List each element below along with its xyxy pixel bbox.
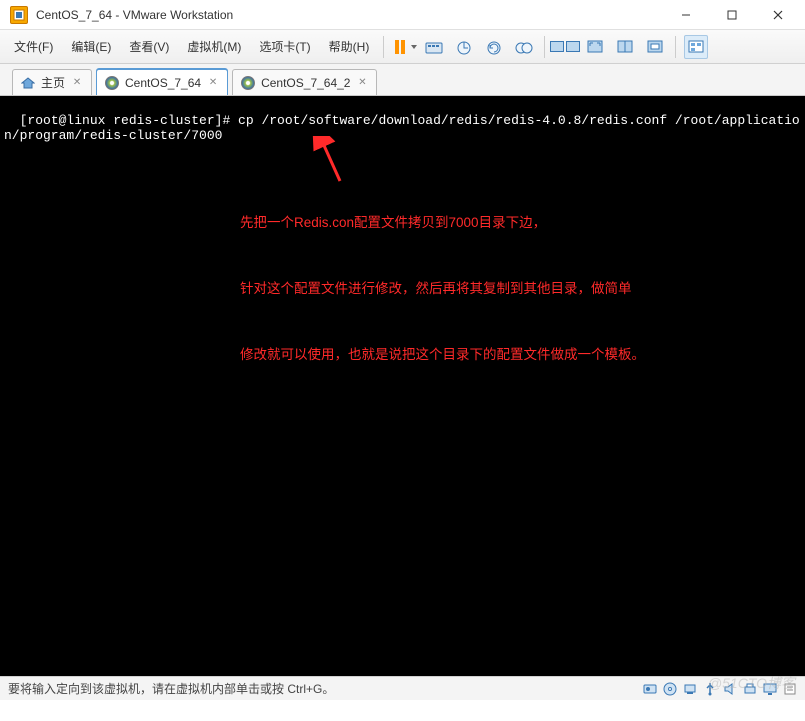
snapshot-manager-button[interactable]	[512, 35, 536, 59]
multiple-monitors-button[interactable]	[553, 35, 577, 59]
maximize-button[interactable]	[709, 0, 755, 30]
annotation-line: 针对这个配置文件进行修改，然后再将其复制到其他目录，做简单	[240, 278, 645, 300]
close-button[interactable]	[755, 0, 801, 30]
tab-close-button[interactable]: ✕	[356, 77, 368, 89]
tab-bar: 主页 ✕ CentOS_7_64 ✕ CentOS_7_64_2 ✕	[0, 64, 805, 96]
snapshot-button[interactable]	[452, 35, 476, 59]
menu-file[interactable]: 文件(F)	[6, 34, 61, 59]
window-title: CentOS_7_64 - VMware Workstation	[34, 8, 233, 22]
revert-snapshot-button[interactable]	[482, 35, 506, 59]
annotation-line: 修改就可以使用，也就是说把这个目录下的配置文件做成一个模板。	[240, 344, 645, 366]
send-ctrl-alt-del-button[interactable]	[422, 35, 446, 59]
display-icon[interactable]	[763, 682, 777, 696]
menu-view[interactable]: 查看(V)	[121, 34, 177, 59]
network-adapter-icon[interactable]	[683, 682, 697, 696]
window-titlebar: CentOS_7_64 - VMware Workstation	[0, 0, 805, 30]
vmware-app-icon	[10, 6, 28, 24]
annotation-line: 先把一个Redis.con配置文件拷贝到7000目录下边，	[240, 212, 645, 234]
tab-centos-2[interactable]: CentOS_7_64_2 ✕	[232, 69, 377, 95]
chevron-down-icon	[411, 45, 417, 49]
toolbar-separator	[544, 36, 545, 58]
vm-disc-icon	[105, 76, 119, 90]
sound-card-icon[interactable]	[723, 682, 737, 696]
hard-disk-icon[interactable]	[643, 682, 657, 696]
tab-label: CentOS_7_64_2	[261, 76, 350, 90]
show-library-button[interactable]	[643, 35, 667, 59]
toolbar-separator	[675, 36, 676, 58]
shell-prompt: [root@linux redis-cluster]#	[20, 113, 238, 128]
annotation-arrow-icon	[240, 136, 360, 186]
menu-vm[interactable]: 虚拟机(M)	[179, 34, 249, 59]
statusbar-hint: 要将输入定向到该虚拟机，请在虚拟机内部单击或按 Ctrl+G。	[8, 680, 334, 697]
menu-help[interactable]: 帮助(H)	[321, 34, 378, 59]
tab-label: 主页	[41, 74, 65, 91]
annotation-text: 先把一个Redis.con配置文件拷贝到7000目录下边， 针对这个配置文件进行…	[240, 168, 645, 410]
minimize-button[interactable]	[663, 0, 709, 30]
tab-close-button[interactable]: ✕	[207, 77, 219, 89]
tab-home[interactable]: 主页 ✕	[12, 69, 92, 95]
menu-tabs[interactable]: 选项卡(T)	[251, 34, 318, 59]
thumbnail-view-button[interactable]	[684, 35, 708, 59]
unity-mode-button[interactable]	[613, 35, 637, 59]
tab-label: CentOS_7_64	[125, 76, 201, 90]
status-device-icons	[643, 682, 797, 696]
vm-disc-icon	[241, 76, 255, 90]
vm-console-terminal[interactable]: [root@linux redis-cluster]# cp /root/sof…	[0, 96, 805, 676]
status-bar: 要将输入定向到该虚拟机，请在虚拟机内部单击或按 Ctrl+G。	[0, 676, 805, 700]
toolbar-separator	[383, 36, 384, 58]
printer-icon[interactable]	[743, 682, 757, 696]
message-log-icon[interactable]	[783, 682, 797, 696]
menubar: 文件(F) 编辑(E) 查看(V) 虚拟机(M) 选项卡(T) 帮助(H)	[0, 30, 805, 64]
menu-edit[interactable]: 编辑(E)	[63, 34, 119, 59]
fullscreen-button[interactable]	[583, 35, 607, 59]
usb-icon[interactable]	[703, 682, 717, 696]
cd-dvd-icon[interactable]	[663, 682, 677, 696]
pause-vm-button[interactable]	[392, 35, 416, 59]
home-icon	[21, 77, 35, 89]
tab-close-button[interactable]: ✕	[71, 77, 83, 89]
tab-centos-1[interactable]: CentOS_7_64 ✕	[96, 69, 228, 95]
